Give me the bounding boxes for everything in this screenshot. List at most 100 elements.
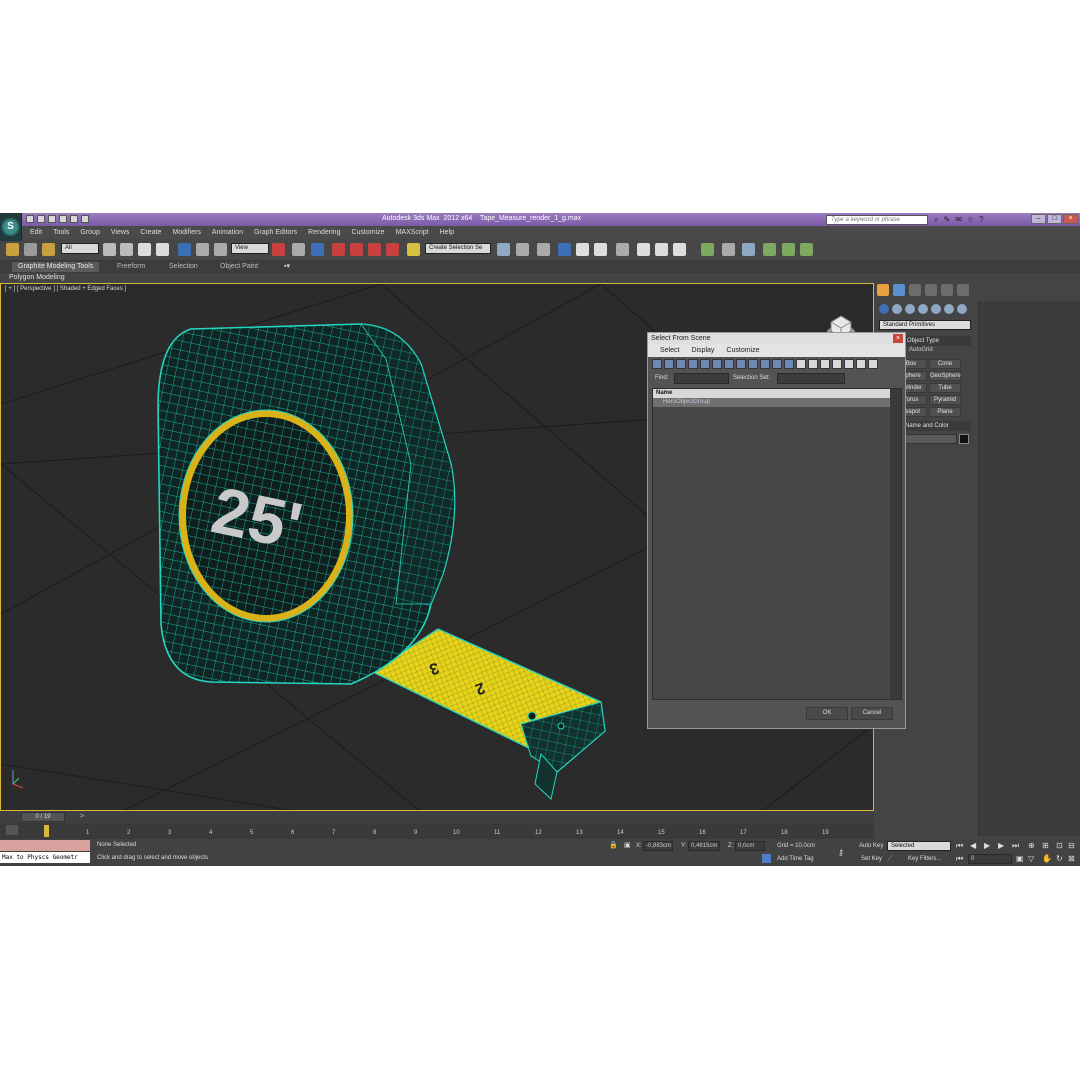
key-mode-toggle-icon[interactable]: ⏮ xyxy=(956,854,963,864)
rectangular-selection-icon[interactable] xyxy=(138,243,151,256)
modify-tab-icon[interactable] xyxy=(893,284,905,296)
minimize-button[interactable]: – xyxy=(1031,214,1046,224)
ribbon-options-icon[interactable]: ▪▾ xyxy=(278,262,296,272)
object-type-rollout[interactable]: Object Type xyxy=(901,336,971,346)
use-pivot-center-icon[interactable] xyxy=(272,243,285,256)
display-all-icon[interactable] xyxy=(796,359,806,369)
y-coordinate-field[interactable]: 0,4615cm xyxy=(688,841,720,851)
zoom-all-icon[interactable]: ⊞ xyxy=(1042,841,1049,850)
favorites-icon[interactable]: ☆ xyxy=(967,215,974,224)
orbit-icon[interactable]: ↻ xyxy=(1056,854,1063,863)
percent-snap-icon[interactable] xyxy=(368,243,381,256)
menu-modifiers[interactable]: Modifiers xyxy=(172,229,200,236)
display-containers-icon[interactable] xyxy=(760,359,770,369)
dialog-title[interactable]: Select From Scene xyxy=(648,333,905,344)
current-frame-marker[interactable] xyxy=(44,825,49,837)
graphite-toggle-icon[interactable] xyxy=(558,243,571,256)
binoculars-icon[interactable]: ⌕ xyxy=(934,215,938,224)
link-icon[interactable] xyxy=(6,243,19,256)
edit-named-selection-icon[interactable] xyxy=(407,243,420,256)
go-to-start-icon[interactable]: ⏮ xyxy=(956,841,963,851)
tab-selection[interactable]: Selection xyxy=(163,262,204,272)
new-file-icon[interactable] xyxy=(26,215,34,223)
auto-key-button[interactable]: Auto Key xyxy=(859,843,883,849)
render-production-icon[interactable] xyxy=(673,243,686,256)
menu-group[interactable]: Group xyxy=(80,229,99,236)
pan-icon[interactable]: ✋ xyxy=(1042,854,1052,863)
maxscript-listener-pink[interactable] xyxy=(0,840,90,851)
key-mode-dropdown[interactable]: Selected xyxy=(887,841,951,851)
display-cameras-icon[interactable] xyxy=(688,359,698,369)
field-of-view-icon[interactable]: ▽ xyxy=(1028,854,1034,863)
display-groups-icon[interactable] xyxy=(724,359,734,369)
physx-icon-3[interactable] xyxy=(742,243,755,256)
time-slider-thumb[interactable]: 0 / 19 xyxy=(21,812,65,822)
selection-set-dropdown[interactable] xyxy=(777,373,845,384)
select-and-manipulate-icon[interactable] xyxy=(292,243,305,256)
column-header-name[interactable]: Name xyxy=(653,389,891,398)
render-setup-icon[interactable] xyxy=(637,243,650,256)
current-frame-field[interactable]: 0 xyxy=(968,854,1012,864)
menu-customize[interactable]: Customize xyxy=(351,229,384,236)
name-and-color-rollout[interactable]: Name and Color xyxy=(901,421,971,431)
z-coordinate-field[interactable]: 0,0cm xyxy=(735,841,765,851)
menu-edit[interactable]: Edit xyxy=(30,229,42,236)
dialog-menu-customize[interactable]: Customize xyxy=(726,347,759,354)
find-input[interactable] xyxy=(674,373,729,384)
cone-button[interactable]: Cone xyxy=(929,359,961,369)
ok-button[interactable]: OK xyxy=(806,707,848,720)
layer-manager-icon[interactable] xyxy=(537,243,550,256)
menu-animation[interactable]: Animation xyxy=(212,229,243,236)
physx-icon-2[interactable] xyxy=(722,243,735,256)
maximize-viewport-icon[interactable]: ⊠ xyxy=(1068,854,1075,863)
geosphere-button[interactable]: GeoSphere xyxy=(929,371,961,381)
select-and-move-icon[interactable] xyxy=(178,243,191,256)
zoom-icon[interactable]: ⊕ xyxy=(1028,841,1035,850)
project-folder-icon[interactable] xyxy=(81,215,89,223)
display-xrefs-icon[interactable] xyxy=(736,359,746,369)
next-frame-button-icon[interactable]: ▶ xyxy=(998,841,1004,850)
physx-icon-5[interactable] xyxy=(782,243,795,256)
ribbon-panel-polygon-modeling[interactable]: Polygon Modeling xyxy=(0,273,1080,283)
tube-button[interactable]: Tube xyxy=(929,383,961,393)
unlink-icon[interactable] xyxy=(24,243,37,256)
selection-filter-dropdown[interactable]: All xyxy=(61,243,99,254)
tab-graphite-modeling-tools[interactable]: Graphite Modeling Tools xyxy=(12,262,100,272)
utilities-tab-icon[interactable] xyxy=(957,284,969,296)
spinner-snap-icon[interactable] xyxy=(386,243,399,256)
align-icon[interactable] xyxy=(516,243,529,256)
time-slider[interactable]: 0 / 19 > xyxy=(0,811,874,823)
primitive-type-dropdown[interactable]: Standard Primitives xyxy=(879,320,971,330)
create-tab-icon[interactable] xyxy=(877,284,889,296)
redo-icon[interactable] xyxy=(70,215,78,223)
tab-object-paint[interactable]: Object Paint xyxy=(214,262,264,272)
open-file-icon[interactable] xyxy=(37,215,45,223)
window-crossing-icon[interactable] xyxy=(156,243,169,256)
save-file-icon[interactable] xyxy=(48,215,56,223)
display-none-icon[interactable] xyxy=(808,359,818,369)
cameras-icon[interactable] xyxy=(918,304,928,314)
next-frame-icon[interactable]: > xyxy=(80,813,84,820)
time-tag-icon[interactable] xyxy=(762,854,771,863)
go-to-end-icon[interactable]: ⏭ xyxy=(1012,841,1019,851)
scene-object-list[interactable]: Name HeroObjectGroup xyxy=(652,388,902,700)
object-color-swatch[interactable] xyxy=(959,434,969,444)
zoom-extents-all-icon[interactable]: ⊟ xyxy=(1068,841,1075,850)
menu-tools[interactable]: Tools xyxy=(53,229,69,236)
mini-curve-editor-icon[interactable] xyxy=(6,825,18,835)
dialog-menu-display[interactable]: Display xyxy=(691,347,714,354)
plane-button[interactable]: Plane xyxy=(929,407,961,417)
maxscript-listener-input[interactable]: Max to Physcs Geometr xyxy=(0,852,90,863)
search-input[interactable]: Type a keyword or phrase xyxy=(826,215,928,225)
select-all-icon[interactable] xyxy=(832,359,842,369)
display-frozen-icon[interactable] xyxy=(772,359,782,369)
geometry-icon[interactable] xyxy=(879,304,889,314)
menu-graph-editors[interactable]: Graph Editors xyxy=(254,229,297,236)
select-none-icon[interactable] xyxy=(844,359,854,369)
track-bar[interactable]: 1 2 3 4 5 6 7 8 9 10 11 12 13 14 15 16 1… xyxy=(0,823,874,839)
select-by-name-icon[interactable] xyxy=(120,243,133,256)
menu-maxscript[interactable]: MAXScript xyxy=(396,229,429,236)
cancel-button[interactable]: Cancel xyxy=(851,707,893,720)
bind-space-warp-icon[interactable] xyxy=(42,243,55,256)
select-and-scale-icon[interactable] xyxy=(214,243,227,256)
